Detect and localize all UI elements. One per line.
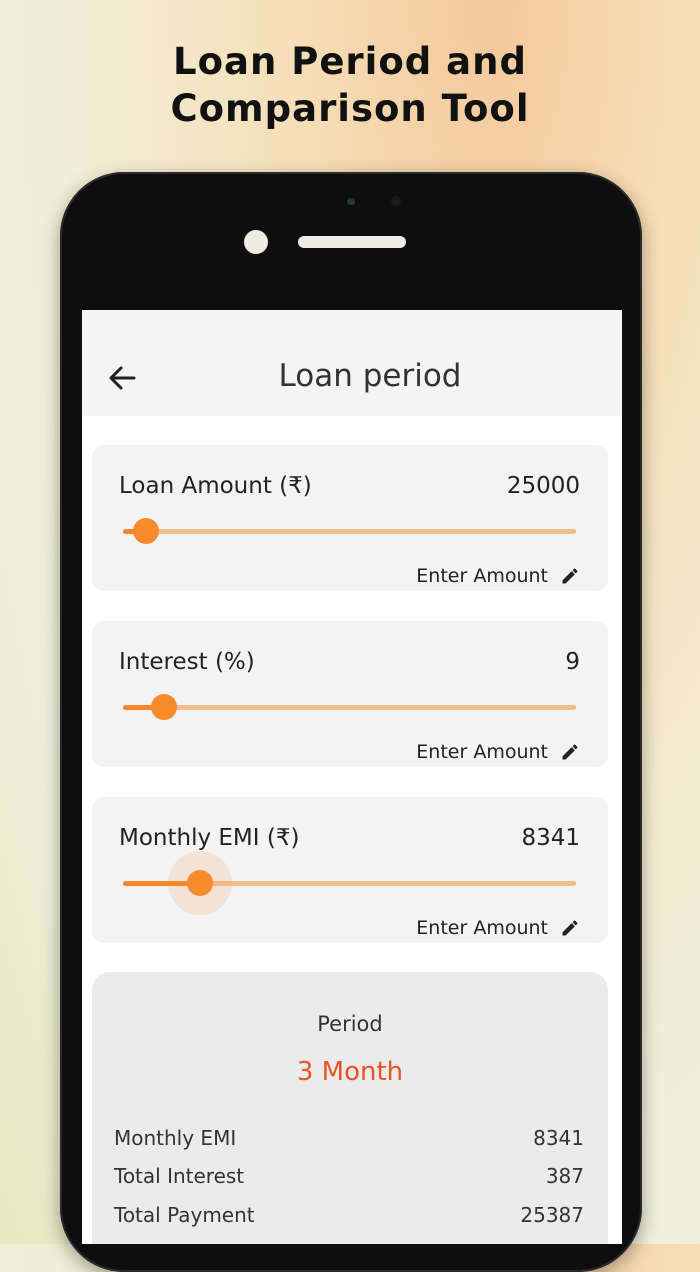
app-screen: Loan period Loan Amount (₹) 25000 Enter … xyxy=(82,310,622,1244)
interest-card: Interest (%) 9 Enter Amount xyxy=(92,621,608,767)
interest-enter-button[interactable]: Enter Amount xyxy=(416,741,580,763)
enter-amount-label: Enter Amount xyxy=(416,565,548,587)
interest-value: 9 xyxy=(565,649,580,675)
pencil-icon xyxy=(562,920,578,936)
result-row-value: 387 xyxy=(545,1164,584,1188)
monthly-emi-enter-button[interactable]: Enter Amount xyxy=(416,917,580,939)
earpiece-speaker xyxy=(298,236,406,248)
headline: Loan Period and Comparison Tool xyxy=(0,38,700,132)
pencil-icon xyxy=(562,568,578,584)
monthly-emi-label: Monthly EMI (₹) xyxy=(119,825,300,851)
period-label: Period xyxy=(317,1012,383,1036)
front-camera xyxy=(244,230,268,254)
period-value: 3 Month xyxy=(296,1057,404,1087)
headline-line-2: Comparison Tool xyxy=(170,87,530,130)
loan-amount-slider-thumb[interactable] xyxy=(132,518,159,544)
result-row-label: Monthly EMI xyxy=(114,1126,237,1150)
pencil-icon xyxy=(562,744,578,760)
front-sensor xyxy=(391,196,401,206)
loan-amount-label: Loan Amount (₹) xyxy=(119,473,312,499)
monthly-emi-card: Monthly EMI (₹) 8341 Enter Amount xyxy=(92,797,608,943)
result-row-label: Total Payment xyxy=(114,1203,255,1227)
loan-amount-value: 25000 xyxy=(506,473,580,499)
enter-amount-label: Enter Amount xyxy=(416,741,548,763)
monthly-emi-slider[interactable] xyxy=(123,851,576,915)
result-row-monthly-emi: Monthly EMI 8341 xyxy=(114,1126,584,1150)
period-result-card: Period 3 Month Monthly EMI 8341 Total In… xyxy=(92,972,608,1244)
interest-slider-thumb[interactable] xyxy=(150,694,177,720)
loan-amount-slider[interactable] xyxy=(123,518,576,544)
app-bar: Loan period xyxy=(82,310,622,416)
enter-amount-label: Enter Amount xyxy=(416,917,548,939)
interest-slider[interactable] xyxy=(123,694,576,720)
proximity-sensor xyxy=(347,198,355,205)
loan-amount-enter-button[interactable]: Enter Amount xyxy=(416,565,580,587)
loan-amount-card: Loan Amount (₹) 25000 Enter Amount xyxy=(92,445,608,591)
interest-label: Interest (%) xyxy=(119,649,255,675)
headline-line-1: Loan Period and xyxy=(173,40,527,83)
monthly-emi-value: 8341 xyxy=(521,825,580,851)
result-row-value: 8341 xyxy=(533,1126,584,1150)
result-row-total-interest: Total Interest 387 xyxy=(114,1164,584,1188)
result-row-value: 25387 xyxy=(520,1203,584,1227)
monthly-emi-slider-thumb[interactable] xyxy=(187,870,213,896)
page-title: Loan period xyxy=(278,358,462,394)
result-row-total-payment: Total Payment 25387 xyxy=(114,1203,584,1227)
result-row-label: Total Interest xyxy=(114,1164,245,1188)
